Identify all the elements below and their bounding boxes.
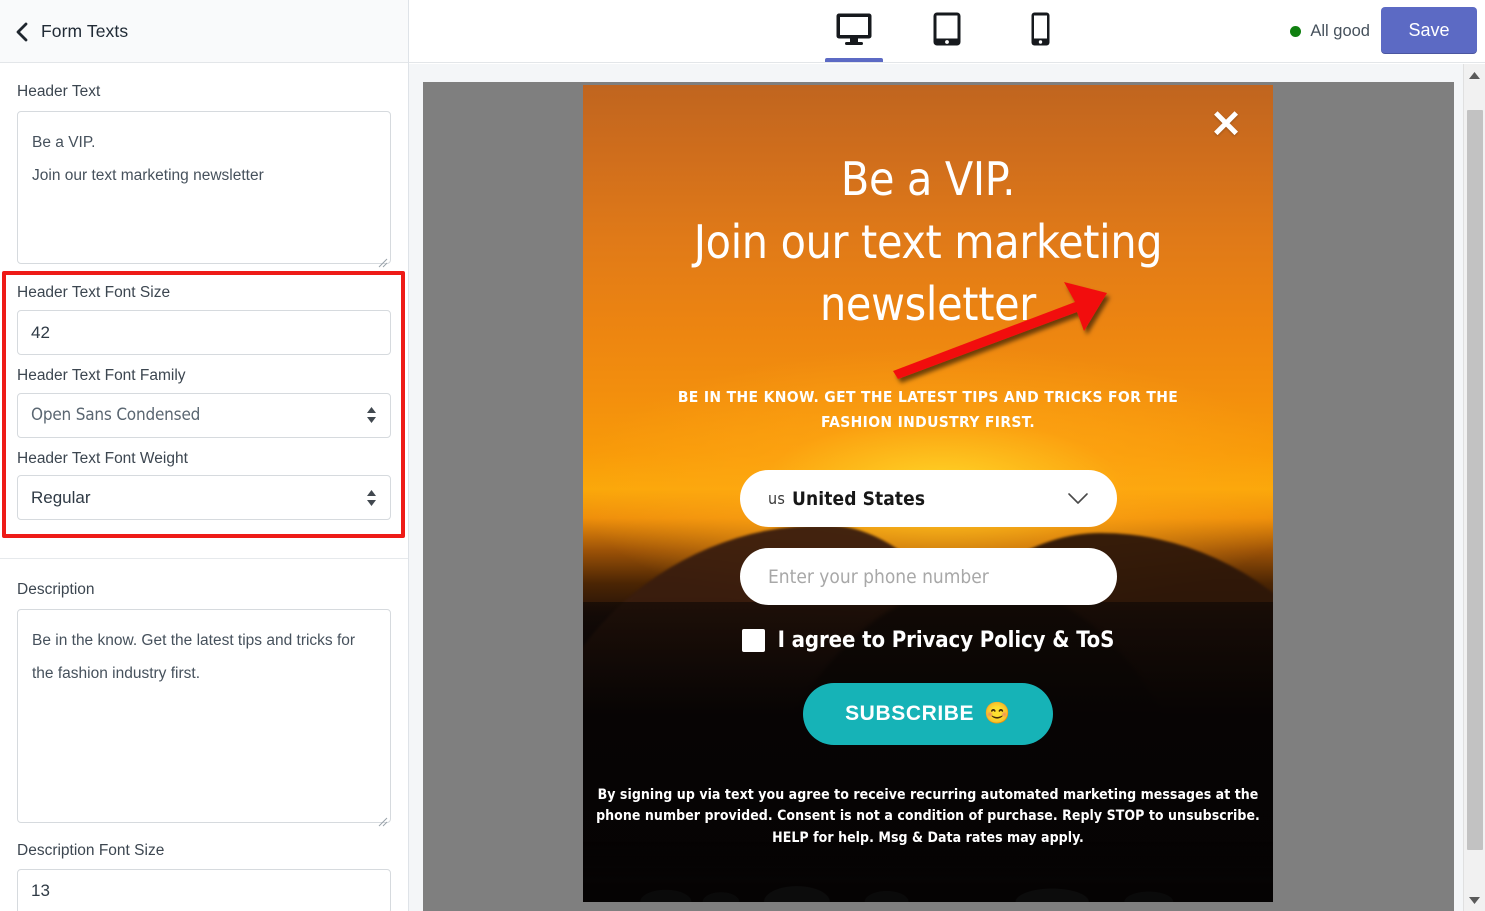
field-description: Description xyxy=(0,581,408,828)
country-select[interactable]: us United States xyxy=(740,470,1117,527)
mobile-phone-icon xyxy=(1030,11,1051,52)
field-label-header-text: Header Text xyxy=(17,83,101,100)
settings-sidebar: Form Texts Header Text Header Text Font … xyxy=(0,0,409,911)
sidebar-scroll-area: Header Text Header Text Font Size Header… xyxy=(0,63,408,911)
consent-row: I agree to Privacy Policy & ToS xyxy=(583,628,1273,653)
field-header-text: Header Text xyxy=(0,63,408,269)
sidebar-header: Form Texts xyxy=(0,0,408,63)
consent-checkbox[interactable] xyxy=(741,629,765,652)
smiling-face-emoji-icon: 😊 xyxy=(984,702,1011,725)
header-font-family-select[interactable]: Open Sans Condensed xyxy=(17,392,391,438)
save-button[interactable]: Save xyxy=(1381,7,1477,54)
close-x-icon[interactable]: ✕ xyxy=(1205,105,1247,147)
header-text-textarea[interactable] xyxy=(17,110,391,264)
preview-pane: All good Save ✕ Be a VIP. Join our text … xyxy=(409,0,1485,911)
country-name: United States xyxy=(792,487,926,510)
field-description-font-size: Description Font Size xyxy=(0,842,408,911)
header-font-family-value: Open Sans Condensed xyxy=(31,405,201,426)
top-toolbar: All good Save xyxy=(409,0,1485,63)
tab-desktop-preview[interactable] xyxy=(822,0,886,62)
header-font-weight-select[interactable]: Regular xyxy=(17,475,391,521)
status-dot-icon xyxy=(1290,25,1302,37)
chevron-down-icon xyxy=(1067,492,1089,505)
legal-fine-print: By signing up via text you agree to rece… xyxy=(596,787,1260,846)
device-preview-tabs xyxy=(822,0,1072,62)
tab-tablet-preview[interactable] xyxy=(915,0,979,62)
popup-content: ✕ Be a VIP. Join our text marketing news… xyxy=(583,85,1273,902)
description-textarea[interactable] xyxy=(17,608,391,823)
phone-number-input[interactable] xyxy=(740,548,1117,605)
section-divider xyxy=(0,558,408,560)
status-badge: All good xyxy=(1290,22,1370,41)
field-label-header-font-weight: Header Text Font Weight xyxy=(17,449,188,467)
signup-popup: ✕ Be a VIP. Join our text marketing news… xyxy=(583,85,1273,902)
scroll-down-arrow-icon[interactable] xyxy=(1464,889,1485,911)
subscribe-button[interactable]: SUBSCRIBE 😊 xyxy=(803,683,1053,745)
field-label-description: Description xyxy=(17,581,95,599)
desktop-monitor-icon xyxy=(835,12,873,51)
tab-mobile-preview[interactable] xyxy=(1008,0,1072,62)
consent-label: I agree to Privacy Policy & ToS xyxy=(777,628,1115,653)
active-tab-indicator xyxy=(825,58,883,62)
field-label-description-font-size: Description Font Size xyxy=(17,841,165,859)
header-font-weight-value: Regular xyxy=(31,487,91,507)
chevron-left-icon[interactable] xyxy=(14,22,28,42)
description-font-size-input[interactable] xyxy=(17,868,391,911)
subscribe-label: SUBSCRIBE xyxy=(845,702,975,725)
app-root: Form Texts Header Text Header Text Font … xyxy=(0,0,1485,911)
status-label: All good xyxy=(1310,21,1370,40)
field-header-font-family: Header Text Font Family Open Sans Conden… xyxy=(0,367,408,438)
header-font-size-input[interactable] xyxy=(17,310,391,356)
preview-scrollbar[interactable] xyxy=(1463,64,1485,911)
scroll-up-arrow-icon[interactable] xyxy=(1464,64,1485,86)
scrollbar-thumb[interactable] xyxy=(1467,110,1483,850)
field-header-font-size: Header Text Font Size xyxy=(0,284,408,356)
field-label-header-font-size: Header Text Font Size xyxy=(17,283,171,301)
field-header-font-weight: Header Text Font Weight Regular xyxy=(0,450,408,521)
popup-header-text: Be a VIP. Join our text marketing newsle… xyxy=(693,152,1163,332)
popup-description-text: BE IN THE KNOW. GET THE LATEST TIPS AND … xyxy=(677,388,1179,432)
country-flag-code: us xyxy=(768,489,786,508)
preview-canvas: ✕ Be a VIP. Join our text marketing news… xyxy=(409,64,1485,911)
page-title: Form Texts xyxy=(41,20,129,41)
tablet-icon xyxy=(932,11,962,52)
field-label-header-font-family: Header Text Font Family xyxy=(17,367,186,385)
